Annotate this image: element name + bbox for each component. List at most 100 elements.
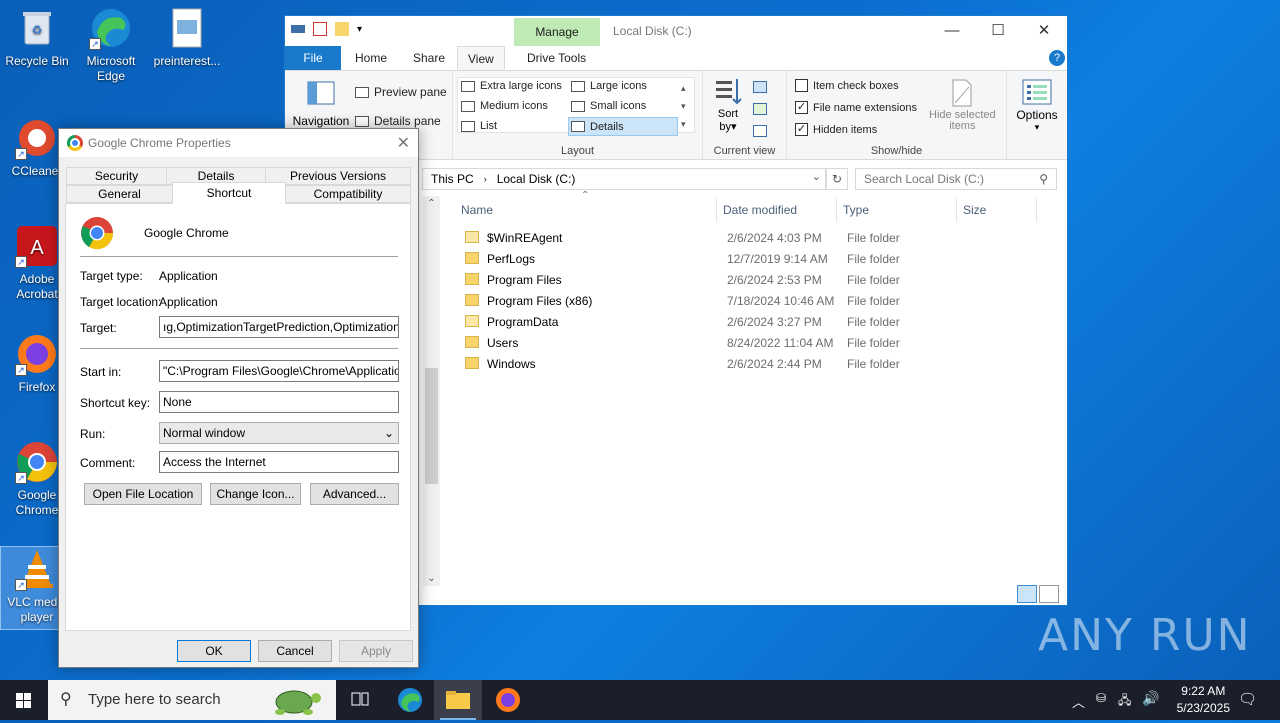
change-icon-button[interactable]: Change Icon...: [210, 483, 301, 505]
taskbar-search-input[interactable]: ⚲ Type here to search: [48, 680, 336, 720]
column-size[interactable]: Size: [957, 198, 1037, 222]
large-icons-view-button[interactable]: [1039, 585, 1059, 603]
breadcrumb-this-pc[interactable]: This PC: [431, 172, 474, 186]
dialog-close-button[interactable]: ✕: [397, 133, 410, 153]
chrome-icon: ↗: [15, 440, 59, 484]
advanced-button[interactable]: Advanced...: [310, 483, 399, 505]
file-name-extensions-checkbox[interactable]: ✓: [795, 101, 808, 114]
drive-icon[interactable]: [291, 25, 305, 33]
tab-view[interactable]: View: [457, 46, 505, 70]
search-input[interactable]: Search Local Disk (C:) ⚲: [855, 168, 1057, 190]
comment-field[interactable]: Access the Internet: [159, 451, 399, 473]
size-columns-icon[interactable]: [753, 125, 767, 137]
file-row[interactable]: Users 8/24/2022 11:04 AM File folder: [455, 333, 1055, 354]
layout-medium-icons[interactable]: Medium icons: [461, 100, 548, 112]
sort-by-button[interactable]: Sort by▾: [711, 77, 745, 133]
open-file-location-button[interactable]: Open File Location: [84, 483, 202, 505]
scroll-up-icon[interactable]: ⌃: [423, 198, 440, 209]
cancel-button[interactable]: Cancel: [258, 640, 332, 662]
help-icon[interactable]: ?: [1049, 50, 1065, 66]
taskbar-file-explorer[interactable]: [434, 680, 482, 720]
target-field[interactable]: ıg,OptimizationTargetPrediction,Optimiza…: [159, 316, 399, 338]
properties-icon[interactable]: [313, 22, 327, 36]
minimize-button[interactable]: —: [929, 16, 975, 46]
tab-drive-tools[interactable]: Drive Tools: [517, 46, 596, 70]
navigation-pane-icon: [307, 81, 335, 105]
task-view-button[interactable]: [336, 680, 384, 720]
target-location-label: Target location:: [80, 295, 162, 309]
network-icon[interactable]: 🖧: [1118, 691, 1131, 712]
tab-compatibility[interactable]: Compatibility: [285, 185, 411, 203]
item-check-boxes-toggle[interactable]: Item check boxes: [795, 79, 899, 92]
breadcrumb-local-disk[interactable]: Local Disk (C:): [497, 172, 576, 186]
manage-tab[interactable]: Manage: [514, 18, 600, 46]
svg-text:A: A: [30, 237, 44, 259]
navigation-pane-scrollbar[interactable]: ⌃ ⌄: [423, 196, 440, 586]
tab-home[interactable]: Home: [345, 46, 397, 70]
options-button[interactable]: Options ▾: [1015, 79, 1059, 133]
file-row[interactable]: ProgramData 2/6/2024 3:27 PM File folder: [455, 312, 1055, 333]
notifications-icon[interactable]: 🗨: [1238, 690, 1257, 708]
desktop-icon-recycle-bin[interactable]: ♻ Recycle Bin: [0, 6, 74, 69]
taskbar-firefox[interactable]: [484, 680, 532, 720]
file-type: File folder: [847, 336, 900, 350]
taskbar-edge[interactable]: [386, 680, 434, 720]
item-check-boxes-checkbox[interactable]: [795, 79, 808, 92]
column-type[interactable]: Type: [837, 198, 957, 222]
usb-icon[interactable]: ⛁: [1096, 691, 1106, 705]
desktop-icon-preinterest[interactable]: preinterest...: [150, 6, 224, 69]
show-hidden-icons-button[interactable]: ︿: [1072, 692, 1085, 711]
details-pane-button[interactable]: Details pane: [355, 114, 441, 128]
layout-large-icons[interactable]: Large icons: [571, 80, 647, 92]
tab-shortcut[interactable]: Shortcut: [172, 182, 286, 204]
hide-selected-items-button[interactable]: Hide selected items: [929, 79, 996, 132]
new-folder-icon[interactable]: [335, 22, 349, 36]
run-select[interactable]: Normal window ⌄: [159, 422, 399, 444]
layout-scroll-icon[interactable]: ▴ ▾ ▾: [681, 79, 686, 133]
ok-button[interactable]: OK: [177, 640, 251, 662]
preview-pane-button[interactable]: Preview pane: [355, 85, 447, 99]
file-row[interactable]: Program Files 2/6/2024 2:53 PM File folder: [455, 270, 1055, 291]
volume-icon[interactable]: 🔊: [1142, 690, 1159, 707]
file-row[interactable]: Program Files (x86) 7/18/2024 10:46 AM Fil…: [455, 291, 1055, 312]
refresh-button[interactable]: ↻: [826, 168, 848, 190]
start-button[interactable]: [0, 680, 48, 720]
file-name-extensions-toggle[interactable]: ✓ File name extensions: [795, 101, 917, 114]
scroll-down-icon[interactable]: ⌄: [423, 573, 440, 584]
hidden-items-checkbox[interactable]: ✓: [795, 123, 808, 136]
taskbar-clock[interactable]: 9:22 AM 5/23/2025: [1177, 683, 1230, 717]
column-name[interactable]: Name: [455, 198, 717, 222]
close-button[interactable]: ✕: [1021, 16, 1067, 46]
qat-dropdown-icon[interactable]: ▾: [357, 24, 362, 35]
navigation-pane-button[interactable]: Navigation: [291, 81, 351, 128]
address-dropdown-icon[interactable]: ⌄: [812, 170, 821, 183]
layout-extra-large-icons[interactable]: Extra large icons: [461, 80, 562, 92]
layout-details[interactable]: Details: [568, 117, 678, 136]
column-date-modified[interactable]: Date modified: [717, 198, 837, 222]
file-row[interactable]: Windows 2/6/2024 2:44 PM File folder: [455, 354, 1055, 375]
start-in-field[interactable]: "C:\Program Files\Google\Chrome\Applicat…: [159, 360, 399, 382]
address-bar[interactable]: This PC › Local Disk (C:) ⌄: [422, 168, 826, 190]
file-row[interactable]: $WinREAgent 2/6/2024 4:03 PM File folder: [455, 228, 1055, 249]
group-by-icon[interactable]: [753, 81, 767, 93]
options-group: Options ▾: [1007, 71, 1067, 159]
tab-previous-versions[interactable]: Previous Versions: [265, 167, 411, 185]
scrollbar-thumb[interactable]: [425, 368, 438, 484]
add-columns-icon[interactable]: [753, 103, 767, 115]
layout-list[interactable]: List: [461, 120, 497, 132]
comment-label: Comment:: [80, 456, 136, 470]
tab-general[interactable]: General: [66, 185, 173, 203]
apply-button[interactable]: Apply: [339, 640, 413, 662]
hidden-items-toggle[interactable]: ✓ Hidden items: [795, 123, 877, 136]
file-row[interactable]: PerfLogs 12/7/2019 9:14 AM File folder: [455, 249, 1055, 270]
maximize-button[interactable]: ☐: [975, 16, 1021, 46]
layout-small-icons[interactable]: Small icons: [571, 100, 646, 112]
tab-share[interactable]: Share: [403, 46, 455, 70]
desktop-icon-edge[interactable]: ↗ Microsoft Edge: [74, 6, 148, 84]
details-view-button[interactable]: [1017, 585, 1037, 603]
edge-icon: ↗: [89, 6, 133, 50]
shortcut-key-field[interactable]: None: [159, 391, 399, 413]
tab-file[interactable]: File: [285, 46, 341, 70]
tab-security[interactable]: Security: [66, 167, 167, 185]
file-name: ProgramData: [487, 315, 559, 329]
